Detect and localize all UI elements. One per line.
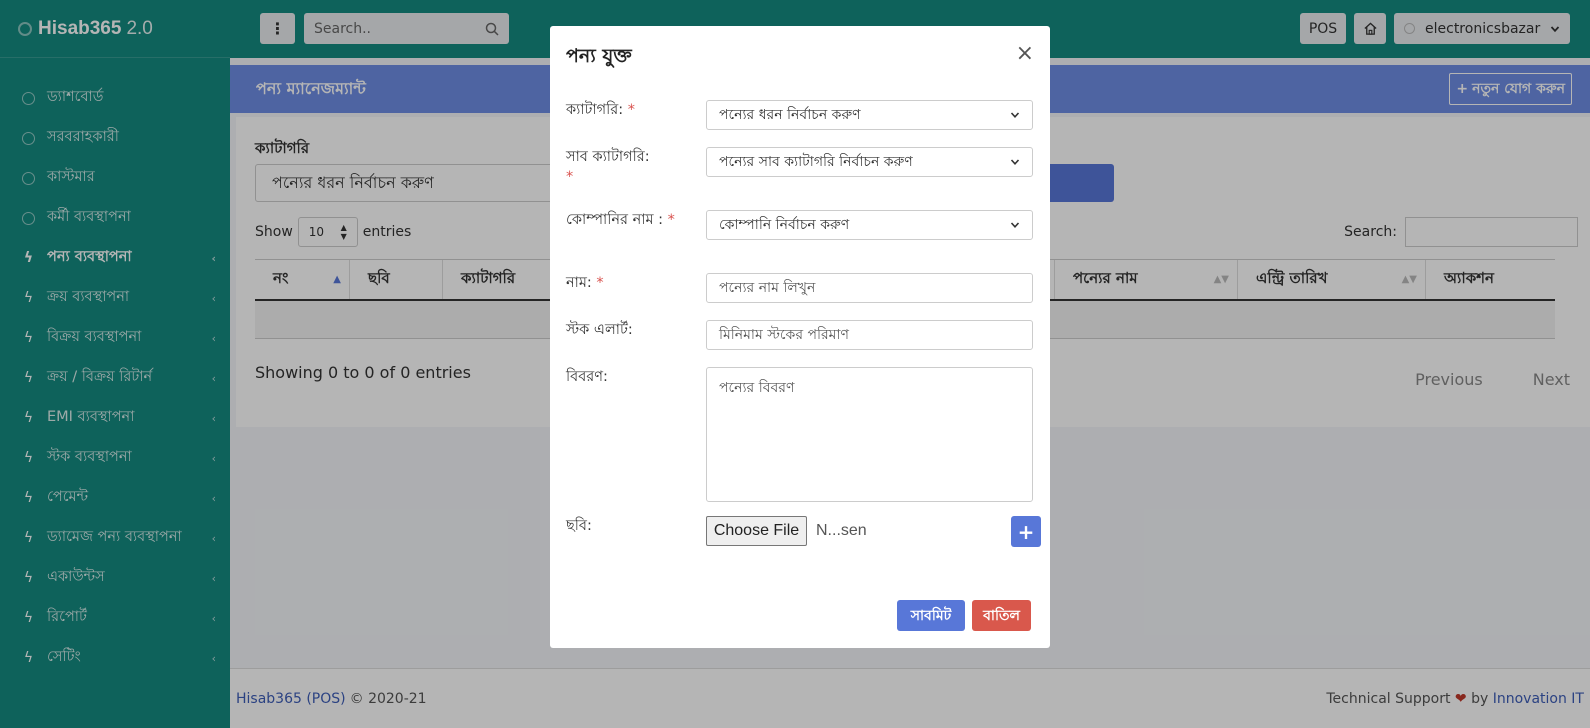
description-textarea[interactable]: পন্যের বিবরণ	[706, 367, 1033, 502]
required-mark: *	[566, 169, 574, 185]
stock-alert-row: স্টক এলার্ট: মিনিমাম স্টকের পরিমাণ	[566, 320, 1033, 352]
close-icon[interactable]: ×	[1016, 41, 1034, 66]
add-image-button[interactable]: +	[1011, 516, 1041, 547]
name-label: নাম: *	[566, 275, 604, 291]
category-row: ক্যাটাগরি: * পন্যের ধরন নির্বাচন করুণ	[566, 100, 1033, 132]
add-product-modal: পন্য যুক্ত × ক্যাটাগরি: * পন্যের ধরন নির…	[550, 26, 1050, 648]
category-label: ক্যাটাগরি: *	[566, 102, 636, 118]
choose-file-button[interactable]: Choose File	[706, 516, 807, 546]
category-select[interactable]: পন্যের ধরন নির্বাচন করুণ	[706, 100, 1033, 130]
required-mark: *	[596, 275, 604, 291]
stock-alert-label: স্টক এলার্ট:	[566, 322, 633, 338]
plus-icon: +	[1017, 519, 1035, 544]
subcategory-select[interactable]: পন্যের সাব ক্যাটাগরি নির্বাচন করুণ	[706, 147, 1033, 177]
company-select[interactable]: কোম্পানি নির্বাচন করুণ	[706, 210, 1033, 240]
name-row: নাম: * পন্যের নাম লিখুন	[566, 273, 1033, 305]
stock-alert-input[interactable]: মিনিমাম স্টকের পরিমাণ	[706, 320, 1033, 350]
cancel-button[interactable]: বাতিল	[972, 600, 1031, 631]
chevron-down-icon	[1010, 159, 1020, 165]
file-name: N...sen	[816, 522, 867, 539]
description-row: বিবরণ: পন্যের বিবরণ	[566, 367, 1033, 503]
chevron-down-icon	[1010, 222, 1020, 228]
submit-button[interactable]: সাবমিট	[897, 600, 965, 631]
company-label: কোম্পানির নাম : *	[566, 212, 675, 228]
company-row: কোম্পানির নাম : * কোম্পানি নির্বাচন করুণ	[566, 210, 1033, 254]
subcategory-row: সাব ক্যাটাগরি: * পন্যের সাব ক্যাটাগরি নির…	[566, 147, 1033, 191]
modal-title: পন্য যুক্ত	[566, 45, 632, 67]
required-mark: *	[627, 102, 636, 118]
required-mark: *	[667, 212, 675, 228]
product-name-input[interactable]: পন্যের নাম লিখুন	[706, 273, 1033, 303]
subcategory-label: সাব ক্যাটাগরি: *	[566, 149, 650, 185]
image-row: ছবি: Choose File N...sen +	[566, 516, 1041, 548]
image-label: ছবি:	[566, 518, 592, 534]
chevron-down-icon	[1010, 112, 1020, 118]
description-label: বিবরণ:	[566, 369, 608, 385]
